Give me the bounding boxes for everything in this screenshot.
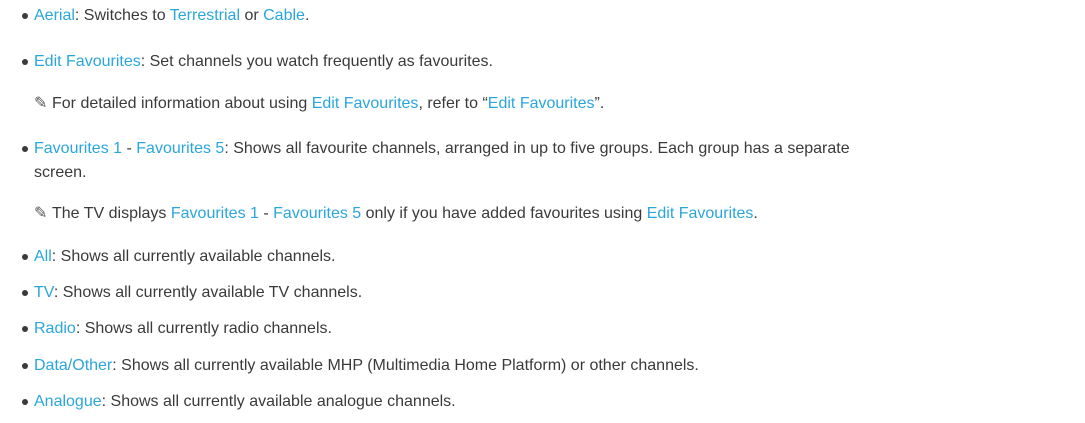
- description: : Shows all currently available channels…: [51, 248, 336, 265]
- list-item-text: All: Shows all currently available chann…: [34, 245, 335, 269]
- term-favourites-1: Favourites 1: [170, 205, 259, 222]
- list-item-text: Edit Favourites: Set channels you watch …: [34, 50, 493, 74]
- note-text: ✎ For detailed information about using Ed…: [34, 92, 604, 116]
- description-connector: or: [240, 7, 264, 24]
- term-data-other: Data/Other: [34, 357, 113, 374]
- term-analogue: Analogue: [34, 393, 102, 410]
- bullet: [22, 254, 28, 260]
- note-pre: For detailed information about using: [52, 95, 312, 112]
- pencil-icon: ✎: [34, 205, 48, 222]
- pencil-icon: ✎: [34, 95, 48, 112]
- note-end: .: [753, 205, 758, 222]
- list-item-text: Radio: Shows all currently radio channel…: [34, 317, 332, 341]
- description: : Shows all currently available MHP (Mul…: [112, 357, 699, 374]
- list-item-text: Analogue: Shows all currently available …: [34, 390, 456, 414]
- description: : Switches to: [74, 7, 170, 24]
- range-separator: -: [258, 205, 274, 222]
- bullet: [22, 59, 28, 65]
- list-item-text: Data/Other: Shows all currently availabl…: [34, 354, 699, 378]
- bullet: [22, 290, 28, 296]
- note-mid: , refer to “: [418, 95, 488, 112]
- term-cable: Cable: [263, 7, 305, 24]
- bullet: [22, 326, 28, 332]
- bullet: [22, 13, 28, 19]
- list-item-text: TV: Shows all currently available TV cha…: [34, 281, 362, 305]
- note-pre: The TV displays: [52, 205, 171, 222]
- description: : Shows all favourite channels, arranged…: [224, 140, 850, 157]
- bullet: [22, 146, 28, 152]
- note-end: ”.: [594, 95, 605, 112]
- bullet: [22, 363, 28, 369]
- term-favourites-5: Favourites 5: [136, 140, 225, 157]
- term-radio: Radio: [34, 320, 76, 337]
- term-favourites-5: Favourites 5: [273, 205, 362, 222]
- bullet: [22, 399, 28, 405]
- term-aerial: Aerial: [34, 7, 75, 24]
- description: : Shows all currently available TV chann…: [53, 284, 363, 301]
- range-separator: -: [122, 140, 137, 157]
- term-terrestrial: Terrestrial: [169, 7, 240, 24]
- term-edit-favourites: Edit Favourites: [311, 95, 419, 112]
- description: : Set channels you watch frequently as f…: [140, 53, 493, 70]
- term-edit-favourites: Edit Favourites: [34, 53, 141, 70]
- term-edit-favourites: Edit Favourites: [487, 95, 595, 112]
- list-item-text-continued: screen.: [34, 164, 87, 181]
- term-tv: TV: [34, 284, 54, 301]
- note-mid: only if you have added favourites using: [361, 205, 647, 222]
- list-item-text: Favourites 1 - Favourites 5: Shows all f…: [34, 137, 850, 161]
- note-text: ✎ The TV displays Favourites 1 - Favourit…: [34, 202, 758, 226]
- description: : Shows all currently radio channels.: [75, 320, 332, 337]
- description-end: .: [304, 7, 310, 24]
- description: : Shows all currently available analogue…: [101, 393, 456, 410]
- term-edit-favourites: Edit Favourites: [646, 205, 754, 222]
- list-item-text: Aerial: Switches to Terrestrial or Cable…: [34, 4, 309, 28]
- term-favourites-1: Favourites 1: [34, 140, 123, 157]
- term-all: All: [34, 248, 52, 265]
